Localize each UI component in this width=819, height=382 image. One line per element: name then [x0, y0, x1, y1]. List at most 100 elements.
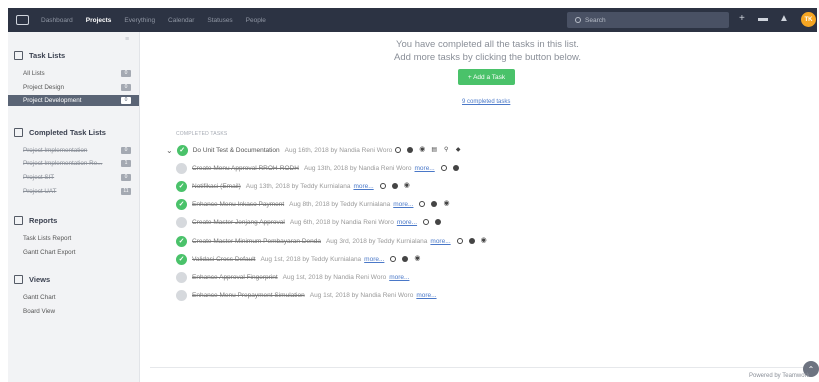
task-name[interactable]: Notifikasi (Email)	[192, 183, 241, 190]
more-link[interactable]: more...	[389, 274, 409, 281]
clock-icon[interactable]	[456, 238, 463, 244]
sidebar-item-project-uat[interactable]: Project UAT 11	[8, 186, 139, 197]
sidebar-item-label: Project UAT	[23, 188, 57, 195]
sidebar-item-label: Project Design	[23, 84, 64, 91]
add-task-button[interactable]: + Add a Task	[458, 69, 515, 85]
clock-icon[interactable]	[390, 256, 397, 262]
chevron-down-icon[interactable]: ⌄	[166, 146, 173, 155]
task-row[interactable]: Create Menu Approval RROH-RODH Aug 13th,…	[176, 161, 465, 175]
sidebar-item-project-implementation[interactable]: Project Implementation 0	[8, 145, 139, 156]
task-meta: Aug 1st, 2018 by Nandia Reni Woro	[282, 273, 387, 281]
completed-task-lists-heading: Completed Task Lists	[14, 128, 106, 137]
collapse-sidebar-icon[interactable]: ≡	[125, 36, 129, 43]
sidebar-item-label: Project Implementation	[23, 147, 88, 154]
sidebar-item-project-implementation-re[interactable]: Project Implementation Re... 1	[8, 158, 139, 169]
task-row[interactable]: ✓ Validasi Cross Default Aug 1st, 2018 b…	[176, 252, 426, 266]
task-name[interactable]: Create Menu Approval RROH-RODH	[192, 165, 299, 172]
clock-icon[interactable]	[440, 165, 447, 171]
count-badge: 0	[121, 147, 131, 154]
magnify-icon[interactable]: ⚲	[443, 147, 449, 153]
check-circle-icon[interactable]	[176, 216, 187, 228]
sidebar-item-project-development[interactable]: Project Development 0	[8, 95, 139, 106]
nav-statuses[interactable]: Statuses	[207, 17, 232, 24]
check-circle-icon[interactable]	[176, 271, 187, 283]
comment-icon[interactable]	[435, 219, 442, 225]
clock-icon[interactable]	[395, 147, 402, 153]
task-name[interactable]: Enhance Menu Prepayment Simulation	[192, 292, 305, 299]
sidebar-item-gantt-chart[interactable]: Gantt Chart	[8, 292, 139, 303]
comment-icon[interactable]	[407, 147, 414, 153]
views-heading-label: Views	[29, 275, 51, 284]
check-circle-icon[interactable]	[176, 289, 187, 301]
comment-icon[interactable]	[468, 238, 475, 244]
sidebar-item-project-design[interactable]: Project Design 0	[8, 82, 139, 93]
folder-icon[interactable]: ▬	[758, 13, 768, 25]
task-name[interactable]: Do Unit Test & Documentation	[193, 147, 280, 154]
eye-icon[interactable]: ◉	[443, 200, 449, 207]
more-link[interactable]: more...	[416, 292, 436, 299]
checkmark-icon[interactable]: ✓	[176, 180, 187, 192]
checkmark-icon[interactable]: ✓	[176, 235, 187, 247]
eye-icon[interactable]: ◉	[404, 182, 410, 189]
clock-icon[interactable]	[379, 183, 386, 189]
task-row[interactable]: ✓ Notifikasi (Email) Aug 13th, 2018 by T…	[176, 179, 416, 193]
task-meta: Aug 8th, 2018 by Teddy Kurnialana	[289, 200, 391, 208]
views-heading: Views	[14, 275, 50, 284]
checkmark-icon[interactable]: ✓	[176, 198, 187, 210]
tasklist-icon[interactable]: ▤	[431, 147, 437, 153]
more-link[interactable]: more...	[364, 256, 384, 263]
tag-icon[interactable]: ◆	[455, 147, 461, 153]
comment-icon[interactable]	[391, 183, 398, 189]
nav-people[interactable]: People	[246, 17, 266, 24]
task-row[interactable]: ✓ Enhance Menu Inkaso Payment Aug 8th, 2…	[176, 197, 455, 211]
nav-dashboard[interactable]: Dashboard	[41, 17, 73, 24]
sidebar-item-all-lists[interactable]: All Lists 0	[8, 68, 139, 79]
more-link[interactable]: more...	[415, 165, 435, 172]
eye-icon[interactable]: ◉	[414, 255, 420, 262]
footer-divider	[150, 367, 819, 368]
task-lists-heading-label: Task Lists	[29, 51, 66, 60]
more-link[interactable]: more...	[353, 183, 373, 190]
comment-icon[interactable]	[452, 165, 459, 171]
app-logo-icon[interactable]	[16, 15, 29, 25]
nav-calendar[interactable]: Calendar	[168, 17, 194, 24]
sidebar-item-project-sit[interactable]: Project SIT 0	[8, 172, 139, 183]
comment-icon[interactable]	[402, 256, 409, 262]
sidebar-item-gantt-chart-export[interactable]: Gantt Chart Export	[8, 247, 139, 258]
task-row[interactable]: Enhance Approval Fingerprint Aug 1st, 20…	[176, 270, 415, 284]
plus-icon[interactable]: +	[739, 13, 745, 25]
sidebar-item-board-view[interactable]: Board View	[8, 306, 139, 317]
clock-icon[interactable]	[423, 219, 430, 225]
more-link[interactable]: more...	[397, 219, 417, 226]
done-message-line2: Add more tasks by clicking the button be…	[394, 52, 581, 63]
checkmark-icon[interactable]: ✓	[176, 253, 187, 265]
task-name[interactable]: Enhance Approval Fingerprint	[192, 274, 278, 281]
eye-icon[interactable]: ◉	[481, 237, 487, 244]
task-row-parent[interactable]: ⌄ ✓ Do Unit Test & Documentation Aug 16t…	[166, 143, 467, 157]
task-name[interactable]: Create Master Jenjang Approval	[192, 219, 285, 226]
checkmark-icon[interactable]: ✓	[176, 144, 188, 156]
more-link[interactable]: more...	[393, 201, 413, 208]
task-name[interactable]: Enhance Menu Inkaso Payment	[192, 201, 284, 208]
task-name[interactable]: Create Master Minimum Pembayaran Denda	[192, 238, 321, 245]
check-circle-icon[interactable]	[176, 162, 187, 174]
count-badge: 0	[121, 97, 131, 104]
task-name[interactable]: Validasi Cross Default	[192, 256, 255, 263]
task-row[interactable]: ✓ Create Master Minimum Pembayaran Denda…	[176, 234, 493, 248]
sidebar-item-task-lists-report[interactable]: Task Lists Report	[8, 233, 139, 244]
bell-icon[interactable]: ▲	[779, 13, 789, 25]
nav-everything[interactable]: Everything	[124, 17, 155, 24]
clock-icon[interactable]	[419, 201, 426, 207]
task-row[interactable]: Create Master Jenjang Approval Aug 6th, …	[176, 215, 447, 229]
eye-icon[interactable]: ◉	[419, 146, 425, 153]
count-badge: 0	[121, 84, 131, 91]
nav-projects[interactable]: Projects	[86, 17, 112, 24]
completed-heading-label: Completed Task Lists	[29, 128, 106, 137]
task-row[interactable]: Enhance Menu Prepayment Simulation Aug 1…	[176, 288, 443, 302]
more-link[interactable]: more...	[430, 238, 450, 245]
comment-icon[interactable]	[431, 201, 438, 207]
avatar[interactable]: TK	[801, 12, 816, 27]
search-input[interactable]: Search	[567, 12, 729, 28]
completed-tasks-link[interactable]: 9 completed tasks	[462, 99, 510, 105]
clipboard-check-icon	[14, 128, 23, 137]
